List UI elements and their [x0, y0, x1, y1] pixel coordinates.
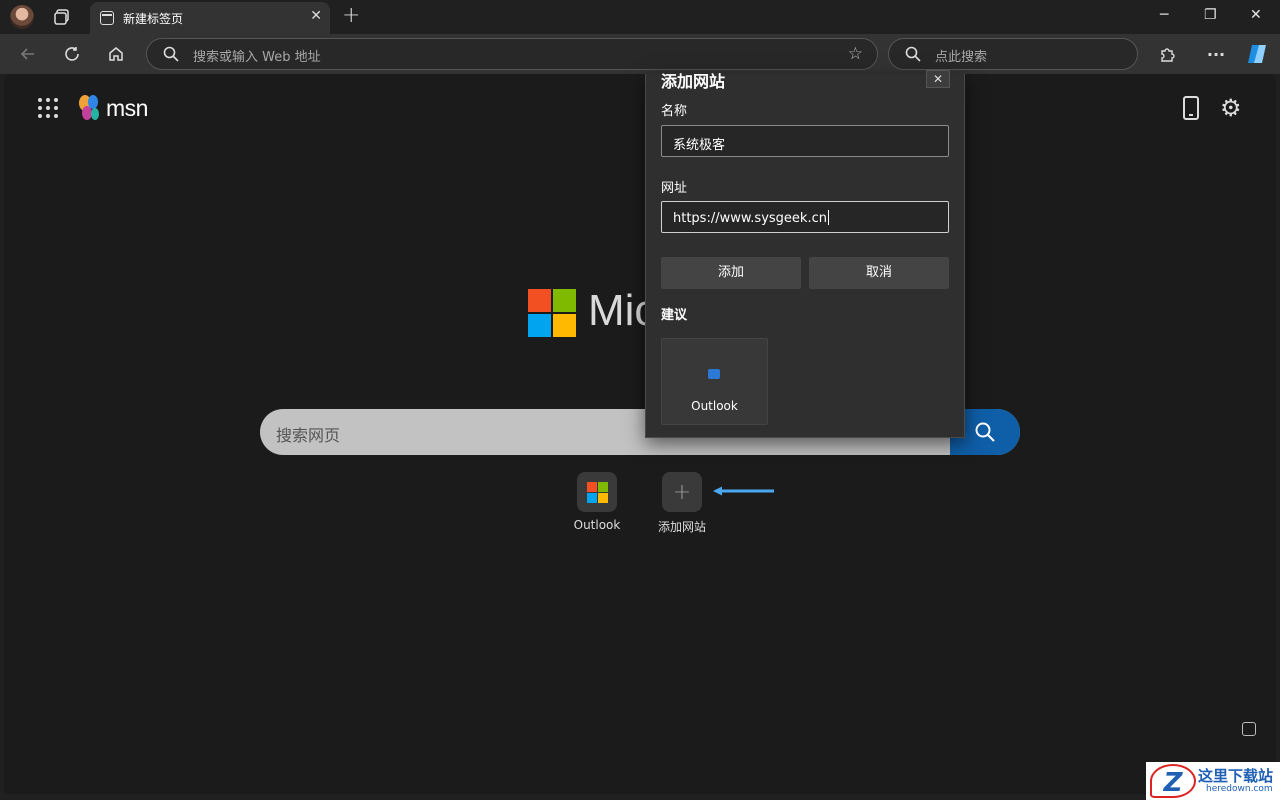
title-bar: 新建标签页 ✕ + ─ ❐ ✕	[0, 0, 1280, 34]
site-watermark: Z 这里下载站 heredown.com	[1146, 762, 1280, 800]
add-site-dialog: 添加网站 ✕ 名称 系统极客 网址 https://www.sysgeek.cn…	[645, 70, 965, 438]
app-launcher-icon[interactable]	[38, 98, 58, 118]
suggestion-label: Outlook	[691, 399, 738, 413]
minimize-button[interactable]: ─	[1160, 7, 1168, 23]
tab-new-tab[interactable]: 新建标签页 ✕	[90, 2, 330, 34]
tab-title: 新建标签页	[123, 12, 184, 26]
url-field[interactable]: https://www.sysgeek.cn	[661, 201, 949, 233]
refresh-button[interactable]	[60, 42, 84, 66]
logo-square-blue	[528, 314, 551, 337]
extensions-button[interactable]	[1156, 42, 1180, 66]
web-search-placeholder: 搜索网页	[276, 426, 341, 445]
home-button[interactable]	[104, 42, 128, 66]
copilot-icon	[1248, 45, 1266, 63]
mobile-phone-icon[interactable]	[1183, 96, 1199, 120]
quick-link-outlook[interactable]: Outlook	[557, 472, 637, 532]
restore-button[interactable]: ❐	[1204, 7, 1217, 23]
new-tab-button[interactable]: +	[342, 3, 360, 28]
back-button[interactable]	[16, 42, 40, 66]
add-site-tile[interactable]: +	[662, 472, 702, 512]
quick-link-label: 添加网站	[657, 520, 706, 534]
dialog-title: 添加网站	[661, 72, 726, 91]
annotation-arrow-icon	[713, 486, 774, 496]
new-tab-page: msn ⚙ Mic 搜索网页 Outlook + 添加网站	[4, 74, 1276, 794]
logo-square-red	[528, 289, 551, 312]
favorite-star-icon[interactable]: ☆	[848, 44, 863, 64]
workspaces-icon[interactable]	[52, 7, 72, 27]
msn-brand[interactable]: msn	[106, 95, 148, 122]
logo-square-yellow	[553, 314, 576, 337]
name-value: 系统极客	[673, 138, 726, 153]
logo-square-green	[553, 289, 576, 312]
name-label: 名称	[661, 104, 688, 119]
new-tab-page-icon	[100, 11, 114, 25]
dialog-close-button[interactable]: ✕	[926, 70, 950, 88]
quick-link-label: Outlook	[573, 518, 621, 532]
copilot-button[interactable]	[1245, 42, 1269, 66]
microsoft-logo-icon	[586, 481, 608, 503]
watermark-cn: 这里下载站	[1198, 767, 1274, 785]
back-arrow-icon	[20, 48, 34, 60]
refresh-icon	[65, 47, 79, 61]
watermark-logo: Z	[1150, 764, 1196, 798]
search-icon	[905, 46, 921, 62]
quick-link-add-site[interactable]: + 添加网站	[642, 472, 722, 535]
search-icon	[163, 46, 179, 62]
text-caret	[827, 210, 829, 225]
url-label: 网址	[661, 181, 688, 196]
microsoft-logo	[528, 289, 576, 337]
outlook-icon	[708, 369, 720, 379]
suggestion-outlook[interactable]: Outlook	[661, 338, 768, 425]
name-field[interactable]: 系统极客	[661, 125, 949, 157]
add-button[interactable]: 添加	[661, 257, 801, 289]
url-value: https://www.sysgeek.cn	[673, 211, 827, 226]
home-icon	[109, 47, 123, 61]
watermark-en: heredown.com	[1206, 784, 1273, 794]
profile-avatar[interactable]	[10, 5, 34, 29]
search-icon	[975, 422, 995, 442]
quick-link-tile[interactable]	[577, 472, 617, 512]
address-bar[interactable]: 搜索或输入 Web 地址 ☆	[146, 38, 878, 70]
background-image-icon[interactable]	[1242, 722, 1256, 736]
puzzle-icon	[1161, 48, 1175, 62]
address-placeholder: 搜索或输入 Web 地址	[193, 50, 321, 65]
browser-toolbar: 搜索或输入 Web 地址 ☆ 点此搜索 ···	[0, 34, 1280, 74]
more-menu-button[interactable]: ···	[1204, 42, 1228, 66]
cancel-button[interactable]: 取消	[809, 257, 949, 289]
close-window-button[interactable]: ✕	[1250, 7, 1262, 23]
msn-butterfly-icon	[79, 95, 99, 120]
tab-close-icon[interactable]: ✕	[310, 8, 322, 24]
suggestions-title: 建议	[661, 308, 688, 323]
plus-icon: +	[672, 479, 692, 505]
side-search-box[interactable]: 点此搜索	[888, 38, 1138, 70]
side-search-placeholder: 点此搜索	[935, 50, 988, 65]
settings-gear-icon[interactable]: ⚙	[1220, 94, 1242, 122]
